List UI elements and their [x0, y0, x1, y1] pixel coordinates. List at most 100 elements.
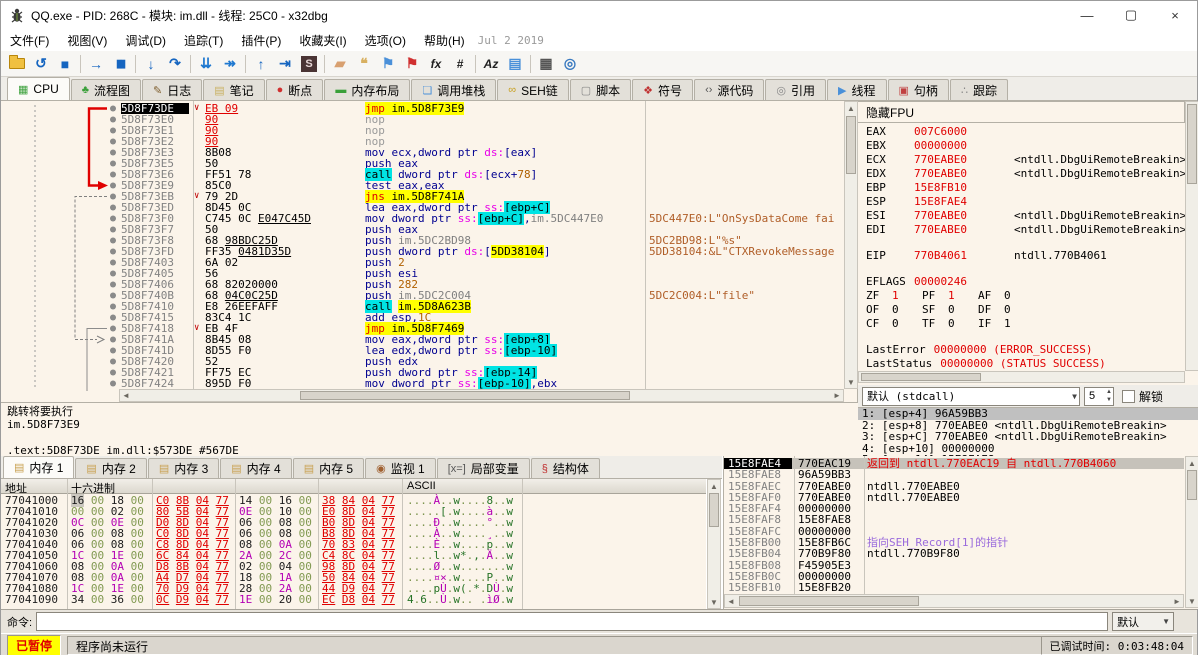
stack-row[interactable]: 15E8FAE4770EAC19返回到 ntdll.770EAC19 自 ntd… [724, 458, 1184, 469]
tab-references[interactable]: ◎引用 [765, 79, 826, 100]
function-icon[interactable]: fx [424, 54, 448, 74]
tab-seh-chain[interactable]: ∞SEH链 [497, 79, 569, 100]
disasm-horizontal-scrollbar[interactable]: ◄ ► [119, 389, 844, 402]
calculator-icon[interactable]: ▦ [534, 54, 558, 74]
tab-dump-2[interactable]: ▤内存 2 [75, 458, 146, 478]
argument-row[interactable]: 1: [esp+4] 96A59BB3 [858, 408, 1198, 420]
stop-icon[interactable]: ■ [53, 54, 77, 74]
menu-item[interactable]: 帮助(H) [415, 30, 474, 51]
stack-row[interactable]: 15E8FB0C00000000 [724, 571, 1184, 582]
memory-dump-panel[interactable]: 地址 十六进制 ASCII 7704100016 00 18 00 C0 8B … [1, 479, 706, 609]
tab-locals[interactable]: [x=]局部变量 [437, 458, 530, 478]
close-button[interactable]: × [1153, 1, 1197, 29]
hide-fpu-button[interactable]: 隐藏FPU [858, 101, 1185, 123]
run-icon[interactable]: → [84, 54, 108, 74]
pause-icon[interactable]: ▮▮ [108, 54, 132, 74]
stack-panel[interactable]: 15E8FAE4770EAC19返回到 ntdll.770EAC19 自 ntd… [723, 456, 1198, 609]
tab-breakpoints[interactable]: ●断点 [266, 79, 324, 100]
maximize-button[interactable]: ▢ [1109, 1, 1153, 29]
stack-horizontal-scrollbar[interactable]: ◄ ► [724, 594, 1184, 608]
tab-dump-4[interactable]: ▤内存 4 [220, 458, 291, 478]
registers-list[interactable]: EAX007C6000EBX00000000ECX770EABE0<ntdll.… [858, 125, 1185, 369]
minimize-button[interactable]: — [1065, 1, 1109, 29]
register-row[interactable]: EIP770B4061ntdll.770B4061 [858, 249, 1185, 263]
argument-count-stepper[interactable]: 5 ▲▼ [1084, 387, 1114, 406]
last-error-row[interactable]: LastError00000000 (ERROR_SUCCESS) [858, 343, 1185, 357]
open-file-icon[interactable] [5, 54, 29, 74]
strings-icon[interactable]: Az [479, 54, 503, 74]
registers-panel[interactable]: 隐藏FPU EAX007C6000EBX00000000ECX770EABE0<… [858, 101, 1198, 456]
registers-vertical-scrollbar[interactable] [1185, 101, 1198, 371]
arguments-list[interactable]: 1: [esp+4] 96A59BB32: [esp+8] 770EABE0 <… [858, 407, 1198, 456]
tab-memory-map[interactable]: ▬内存布局 [324, 79, 410, 100]
disassembly-panel[interactable]: 5D8F73DE∨EB 09jmp im.5D8F73E95D8F73E090n… [1, 101, 858, 456]
disasm-row[interactable]: 5D8F7424895D F0mov dword ptr ss:[ebp-10]… [1, 378, 857, 389]
notes-device-icon[interactable]: ▤ [503, 54, 527, 74]
menu-item[interactable]: 视图(V) [58, 30, 116, 51]
register-row[interactable]: ECX770EABE0<ntdll.DbgUiRemoteBreakin> [858, 153, 1185, 167]
stack-row[interactable]: 15E8FAF815E8FAE8 [724, 514, 1184, 525]
registers-horizontal-scrollbar[interactable] [858, 371, 1185, 383]
stack-row[interactable]: 15E8FAF0770EABE0ntdll.770EABE0 [724, 492, 1184, 503]
memory-row[interactable]: 7704109034 00 36 00 0C D9 04 77 1E 00 20… [1, 594, 706, 605]
menu-item[interactable]: 收藏夹(I) [290, 30, 355, 51]
stack-row[interactable]: 15E8FB1015E8FB20 [724, 582, 1184, 593]
menu-item[interactable]: 插件(P) [232, 30, 290, 51]
tab-threads[interactable]: ▶线程 [827, 79, 886, 100]
tab-log[interactable]: ✎日志 [142, 79, 202, 100]
disassembly-rows[interactable]: 5D8F73DE∨EB 09jmp im.5D8F73E95D8F73E090n… [1, 103, 857, 389]
stack-row[interactable]: 15E8FB04770B9F80ntdll.770B9F80 [724, 548, 1184, 559]
trace-into-icon[interactable]: ⇊ [194, 54, 218, 74]
menu-item[interactable]: 调试(D) [116, 30, 175, 51]
run-to-user-code-icon[interactable]: ⇥ [273, 54, 297, 74]
tab-dump-3[interactable]: ▤内存 3 [148, 458, 219, 478]
register-row[interactable]: ESP15E8FAE4 [858, 195, 1185, 209]
flags-row[interactable]: OF 0SF 0DF 0 [858, 303, 1185, 317]
last-error-row[interactable]: LastStatus00000000 (STATUS_SUCCESS) [858, 357, 1185, 369]
calling-convention-select[interactable]: 默认 (stdcall) ▼ [862, 387, 1080, 406]
tab-watch-1[interactable]: ◉监视 1 [365, 458, 436, 478]
scylla-icon[interactable]: S [297, 54, 321, 74]
tab-symbols[interactable]: ❖符号 [632, 79, 693, 100]
stack-row[interactable]: 15E8FB08F45905E3 [724, 560, 1184, 571]
hash-icon[interactable]: # [448, 54, 472, 74]
command-input[interactable] [36, 612, 1108, 631]
stack-row[interactable]: 15E8FAF400000000 [724, 503, 1184, 514]
trace-over-icon[interactable]: ↠ [218, 54, 242, 74]
step-over-icon[interactable]: ↷ [163, 54, 187, 74]
stepper-arrows-icon[interactable]: ▲▼ [1106, 388, 1112, 404]
label-icon[interactable]: ⚑ [376, 54, 400, 74]
step-into-icon[interactable]: ↓ [139, 54, 163, 74]
tab-dump-5[interactable]: ▤内存 5 [293, 458, 364, 478]
comment-icon[interactable]: ❝ [352, 54, 376, 74]
tab-graph[interactable]: ♣流程图 [71, 79, 141, 100]
menu-item[interactable]: 追踪(T) [175, 30, 232, 51]
register-row[interactable]: EFLAGS00000246 [858, 275, 1185, 289]
memory-dump-rows[interactable]: 7704100016 00 18 00 C0 8B 04 77 14 00 16… [1, 495, 706, 605]
tab-source[interactable]: ‹›源代码 [694, 79, 764, 100]
tab-handles[interactable]: ▣句柄 [888, 79, 949, 100]
memory-vertical-scrollbar[interactable]: ▲ ▼ [707, 479, 721, 609]
menu-item[interactable]: 选项(O) [356, 30, 415, 51]
bookmark-icon[interactable]: ⚑ [400, 54, 424, 74]
tab-struct[interactable]: §结构体 [531, 458, 600, 478]
patches-icon[interactable]: ▰ [328, 54, 352, 74]
register-row[interactable]: EAX007C6000 [858, 125, 1185, 139]
register-row[interactable]: EBX00000000 [858, 139, 1185, 153]
unlock-checkbox[interactable] [1122, 390, 1135, 403]
stack-vertical-scrollbar[interactable]: ▲ ▼ [1185, 456, 1198, 608]
register-row[interactable]: EDI770EABE0<ntdll.DbgUiRemoteBreakin> [858, 223, 1185, 237]
title-bar[interactable]: QQ.exe - PID: 268C - 模块: im.dll - 线程: 25… [1, 1, 1197, 29]
command-profile-select[interactable]: 默认 ▼ [1112, 612, 1174, 631]
tab-cpu[interactable]: ▦CPU [7, 77, 70, 100]
tab-call-stack[interactable]: ❏调用堆栈 [411, 79, 496, 100]
register-row[interactable]: EDX770EABE0<ntdll.DbgUiRemoteBreakin> [858, 167, 1185, 181]
flags-row[interactable]: CF 0TF 0IF 1 [858, 317, 1185, 331]
tab-notes[interactable]: ▤笔记 [203, 79, 264, 100]
tab-script[interactable]: ▢脚本 [570, 79, 631, 100]
flags-row[interactable]: ZF 1PF 1AF 0 [858, 289, 1185, 303]
help-globe-icon[interactable]: ◎ [558, 54, 582, 74]
tab-trace[interactable]: ∴跟踪 [950, 79, 1008, 100]
register-row[interactable]: EBP15E8FB10 [858, 181, 1185, 195]
disasm-vertical-scrollbar[interactable]: ▲ ▼ [844, 101, 858, 389]
